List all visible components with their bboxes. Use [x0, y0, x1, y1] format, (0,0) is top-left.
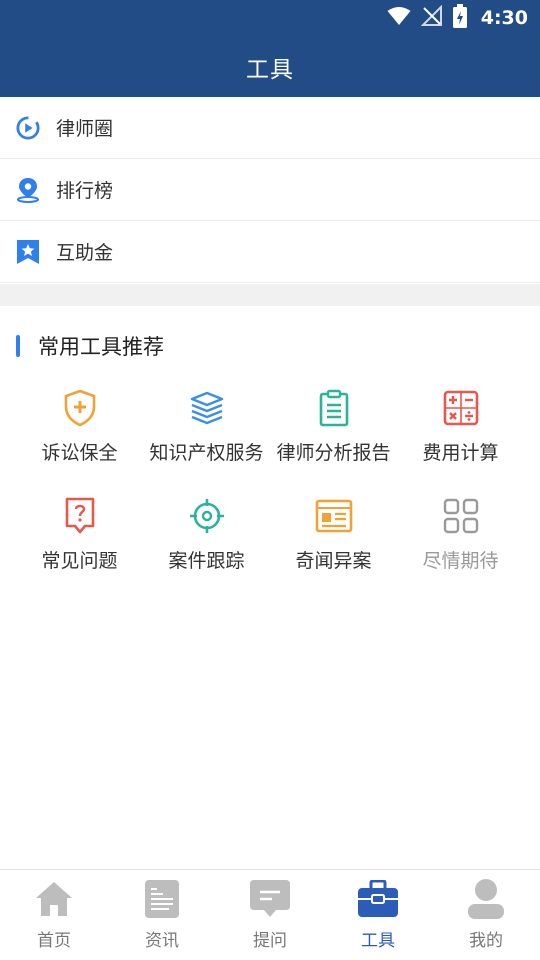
tool-label: 奇闻异案: [295, 550, 372, 572]
tool-case-tracking[interactable]: 案件跟踪: [143, 496, 270, 574]
tab-home[interactable]: 首页: [0, 870, 108, 960]
bottom-tab-bar: 首页 资讯 提问 工具 我的: [0, 869, 540, 960]
bookmark-star-icon: [16, 239, 40, 264]
tab-label: 我的: [469, 931, 503, 951]
menu-item-mutual-fund[interactable]: 互助金: [0, 221, 540, 283]
user-icon: [465, 878, 507, 920]
newspaper-icon: [314, 496, 354, 536]
tool-fee-calculator[interactable]: 费用计算: [397, 388, 524, 466]
tool-label: 诉讼保全: [41, 442, 118, 464]
message-icon: [249, 878, 291, 920]
tool-ip-services[interactable]: 知识产权服务: [143, 388, 270, 466]
tab-tools[interactable]: 工具: [324, 870, 432, 960]
toolbox-icon: [357, 878, 399, 920]
question-doc-icon: [60, 496, 100, 536]
page-title: 工具: [246, 57, 294, 83]
stacked-books-icon: [187, 388, 227, 428]
tool-label: 常见问题: [41, 550, 118, 572]
tool-label: 律师分析报告: [276, 442, 391, 464]
section-header: 常用工具推荐: [0, 326, 540, 366]
tool-label: 尽情期待: [422, 550, 499, 572]
status-time: 4:30: [480, 7, 528, 29]
tab-label: 工具: [361, 931, 395, 951]
calculator-icon: [441, 388, 481, 428]
tool-strange-cases[interactable]: 奇闻异案: [270, 496, 397, 574]
tool-lawyer-report[interactable]: 律师分析报告: [270, 388, 397, 466]
location-pin-icon: [16, 177, 40, 203]
menu-item-label: 律师圈: [56, 118, 114, 140]
tab-news[interactable]: 资讯: [108, 870, 216, 960]
menu-item-label: 排行榜: [56, 180, 114, 202]
tools-grid: 诉讼保全 知识产权服务 律师分析报告 费用计算 常见问题 案件跟踪 奇闻异案 尽…: [16, 388, 524, 574]
tab-label: 资讯: [145, 931, 179, 951]
section-accent-bar: [16, 335, 20, 357]
tool-litigation-preservation[interactable]: 诉讼保全: [16, 388, 143, 466]
tool-label: 费用计算: [422, 442, 499, 464]
clipboard-icon: [314, 388, 354, 428]
target-icon: [187, 496, 227, 536]
battery-charging-icon: [452, 4, 467, 32]
shield-plus-icon: [60, 388, 100, 428]
tab-profile[interactable]: 我的: [432, 870, 540, 960]
tool-coming-soon[interactable]: 尽情期待: [397, 496, 524, 574]
play-circle-icon: [16, 115, 40, 140]
status-bar: 4:30: [0, 0, 540, 36]
menu-item-ranking[interactable]: 排行榜: [0, 159, 540, 221]
tool-label: 知识产权服务: [149, 442, 264, 464]
tool-label: 案件跟踪: [168, 550, 245, 572]
grid-icon: [441, 496, 481, 536]
tab-label: 提问: [253, 931, 287, 951]
tab-label: 首页: [37, 931, 71, 951]
section-divider: [0, 284, 540, 306]
no-signal-icon: [420, 4, 443, 31]
wifi-icon: [387, 6, 411, 30]
document-icon: [141, 878, 183, 920]
tool-menu-list: 律师圈 排行榜 互助金: [0, 97, 540, 283]
tab-ask[interactable]: 提问: [216, 870, 324, 960]
menu-item-label: 互助金: [56, 242, 114, 264]
menu-item-lawyer-circle[interactable]: 律师圈: [0, 97, 540, 159]
tool-faq[interactable]: 常见问题: [16, 496, 143, 574]
section-title: 常用工具推荐: [38, 335, 164, 359]
app-header: 4:30 工具: [0, 0, 540, 97]
home-icon: [33, 878, 75, 920]
